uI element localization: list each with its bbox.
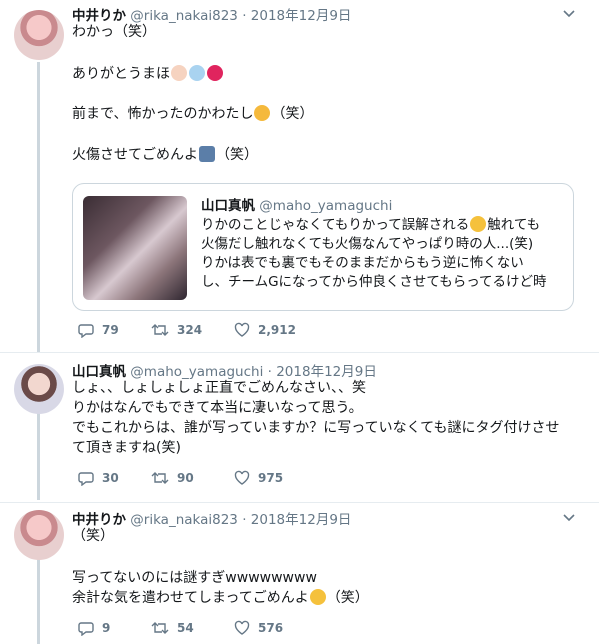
retweet-count: 324 <box>177 323 203 337</box>
tweet-text-line: （笑） <box>72 528 114 544</box>
retweet-button[interactable]: 324 <box>151 322 202 338</box>
like-button[interactable]: 576 <box>234 620 283 636</box>
tweet-text-line: 余計な気を遣わせてしまってごめんよ （笑） <box>72 589 369 606</box>
two-hearts-emoji-icon <box>207 65 223 81</box>
like-count: 576 <box>258 621 284 635</box>
chevron-down-icon[interactable] <box>563 512 575 524</box>
sweat-smile-emoji-icon <box>470 216 487 232</box>
quoted-tweet-image[interactable] <box>83 196 187 300</box>
handle[interactable]: @rika_nakai823 <box>130 512 238 528</box>
like-count: 2,912 <box>258 323 296 337</box>
tweet[interactable]: 中井りか @rika_nakai823 · 2018年12月9日 わかっ（笑） … <box>0 0 599 350</box>
reply-button[interactable]: 79 <box>78 322 119 338</box>
avatar[interactable] <box>14 510 64 560</box>
chevron-down-icon[interactable] <box>563 8 575 20</box>
tweet[interactable]: 山口真帆 @maho_yamaguchi · 2018年12月9日 しょ、、しょ… <box>0 352 599 502</box>
retweet-count: 54 <box>177 621 194 635</box>
thinking-face-emoji-icon <box>254 105 271 121</box>
baby-emoji-icon <box>171 65 187 81</box>
retweet-count: 90 <box>177 471 194 485</box>
tweet-header: 山口真帆 @maho_yamaguchi · 2018年12月9日 <box>72 360 377 380</box>
timestamp[interactable]: · 2018年12月9日 <box>242 8 351 24</box>
quoted-tweet-text: りかのことじゃなくてもりかって誤解される 触れても 火傷だし触れなくても火傷なんて… <box>201 216 547 290</box>
person-bowing-emoji-icon <box>199 146 215 162</box>
quoted-tweet-header: 山口真帆 @maho_yamaguchi <box>201 194 392 214</box>
tweet-text-line: 前まで、怖かったのかわたし （笑） <box>72 105 314 122</box>
retweet-button[interactable]: 90 <box>151 470 194 486</box>
retweet-icon <box>151 324 169 336</box>
reply-count: 9 <box>102 621 111 635</box>
reply-button[interactable]: 9 <box>78 620 110 636</box>
tweet-text-line: ありがとうまほ <box>72 64 224 84</box>
heart-icon <box>234 322 250 337</box>
reply-icon <box>78 324 94 338</box>
heart-icon <box>234 620 250 635</box>
avatar[interactable] <box>14 10 64 60</box>
tweet-text-line: わかっ（笑） <box>72 24 156 40</box>
like-button[interactable]: 975 <box>234 470 283 486</box>
retweet-icon <box>151 622 169 634</box>
reply-icon <box>78 472 94 486</box>
like-count: 975 <box>258 471 284 485</box>
tweet-text-line: 写ってないのには謎すぎwwwwwwww <box>72 570 317 586</box>
tweet-text-line: 火傷させてごめんよ （笑） <box>72 146 258 163</box>
retweet-icon <box>151 472 169 484</box>
reply-button[interactable]: 30 <box>78 470 119 486</box>
reply-count: 30 <box>102 471 119 485</box>
avatar[interactable] <box>14 364 64 414</box>
tweet[interactable]: 中井りか @rika_nakai823 · 2018年12月9日 （笑） 写って… <box>0 502 599 644</box>
like-button[interactable]: 2,912 <box>234 322 296 338</box>
tweet-text: しょ、、しょしょしょ正直でごめんなさい、、笑 りかはなんでもできて本当に凄いなっ… <box>72 380 560 456</box>
crying-face-emoji-icon <box>309 589 326 605</box>
heart-icon <box>234 470 250 485</box>
speech-bubble-emoji-icon <box>189 65 205 81</box>
quoted-tweet[interactable]: 山口真帆 @maho_yamaguchi りかのことじゃなくてもりかって誤解され… <box>72 183 574 311</box>
timestamp[interactable]: · 2018年12月9日 <box>242 512 351 528</box>
retweet-button[interactable]: 54 <box>151 620 194 636</box>
reply-icon <box>78 622 94 636</box>
quoted-display-name: 山口真帆 <box>201 198 255 214</box>
reply-count: 79 <box>102 323 119 337</box>
tweet-header: 中井りか @rika_nakai823 · 2018年12月9日 <box>72 4 351 24</box>
tweet-header: 中井りか @rika_nakai823 · 2018年12月9日 <box>72 508 351 528</box>
quoted-handle: @maho_yamaguchi <box>259 198 393 214</box>
